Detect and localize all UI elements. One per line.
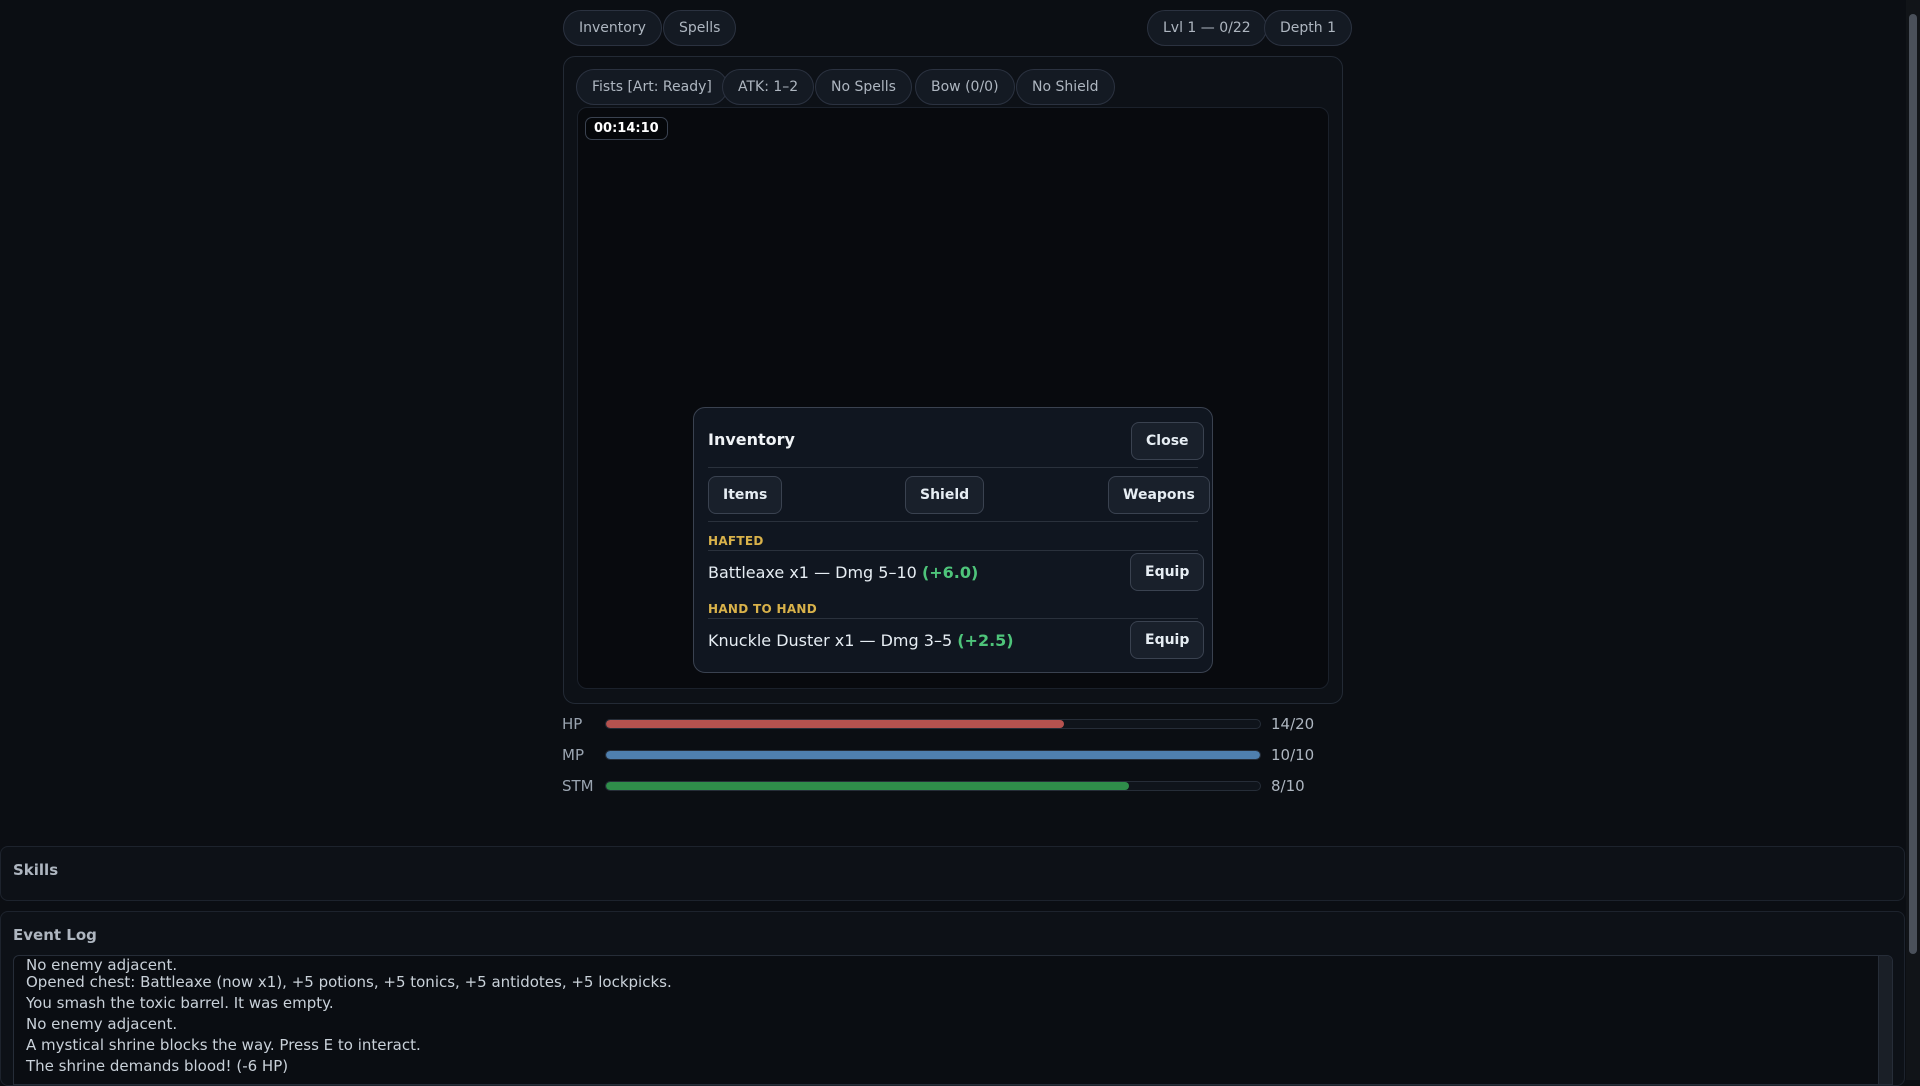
tab-weapons[interactable]: Weapons — [1108, 476, 1210, 514]
category-divider — [708, 618, 1198, 619]
item-bonus: (+2.5) — [957, 631, 1014, 650]
hp-value: 14/20 — [1271, 715, 1315, 733]
stm-bar-fill — [606, 782, 1130, 790]
item-name: Knuckle Duster x1 — Dmg 3–5 — [708, 631, 953, 650]
event-log-scrollbar[interactable] — [1878, 956, 1892, 1084]
inventory-modal: Inventory Close Items Shield Weapons HAF… — [693, 407, 1213, 673]
tabs-divider — [708, 521, 1198, 522]
list-item: Knuckle Duster x1 — Dmg 3–5 (+2.5) — [708, 631, 1014, 650]
weapon-status: Fists [Art: Ready] — [576, 69, 728, 105]
hp-bar-fill — [606, 720, 1064, 728]
stm-bar — [605, 781, 1261, 791]
event-log-box[interactable]: No enemy adjacent. Opened chest: Battlea… — [13, 955, 1893, 1085]
log-line: No enemy adjacent. — [26, 956, 178, 974]
stm-value: 8/10 — [1271, 777, 1305, 795]
mp-bar-fill — [606, 751, 1260, 759]
item-bonus: (+6.0) — [921, 563, 979, 582]
game-timer: 00:14:10 — [585, 117, 668, 140]
list-item: Battleaxe x1 — Dmg 5–10 (+6.0) — [708, 563, 978, 582]
inventory-tab-button[interactable]: Inventory — [563, 10, 662, 46]
category-hand-to-hand: HAND TO HAND — [708, 602, 818, 616]
log-line: The shrine demands blood! (-6 HP) — [26, 1057, 289, 1075]
close-button[interactable]: Close — [1131, 422, 1204, 460]
spells-status: No Spells — [815, 69, 912, 105]
inventory-modal-title: Inventory — [708, 430, 795, 449]
shield-status: No Shield — [1016, 69, 1115, 105]
skills-section[interactable] — [0, 846, 1905, 901]
spells-tab-button[interactable]: Spells — [663, 10, 737, 46]
item-name: Battleaxe x1 — Dmg 5–10 — [708, 563, 917, 582]
mp-label: MP — [562, 746, 584, 764]
page-scrollbar[interactable] — [1906, 0, 1920, 1080]
page-scrollbar-thumb[interactable] — [1909, 14, 1917, 954]
bow-status: Bow (0/0) — [915, 69, 1015, 105]
event-log-title: Event Log — [13, 926, 97, 944]
log-line: Opened chest: Battleaxe (now x1), +5 pot… — [26, 973, 672, 991]
stm-label: STM — [562, 777, 594, 795]
log-line: You smash the toxic barrel. It was empty… — [26, 994, 334, 1012]
depth-badge: Depth 1 — [1264, 10, 1352, 46]
skills-title: Skills — [13, 861, 59, 879]
tab-items[interactable]: Items — [708, 476, 783, 514]
category-divider — [708, 550, 1198, 551]
tab-shield[interactable]: Shield — [905, 476, 985, 514]
attack-status: ATK: 1–2 — [722, 69, 815, 105]
modal-divider — [708, 467, 1198, 468]
hp-label: HP — [562, 715, 583, 733]
hp-bar — [605, 719, 1261, 729]
level-badge: Lvl 1 — 0/22 — [1147, 10, 1267, 46]
mp-bar — [605, 750, 1261, 760]
mp-value: 10/10 — [1271, 746, 1315, 764]
log-line: A mystical shrine blocks the way. Press … — [26, 1036, 421, 1054]
log-line: No enemy adjacent. — [26, 1015, 178, 1033]
equip-knuckle-duster-button[interactable]: Equip — [1130, 621, 1205, 659]
equip-battleaxe-button[interactable]: Equip — [1130, 553, 1205, 591]
category-hafted: HAFTED — [708, 534, 764, 548]
